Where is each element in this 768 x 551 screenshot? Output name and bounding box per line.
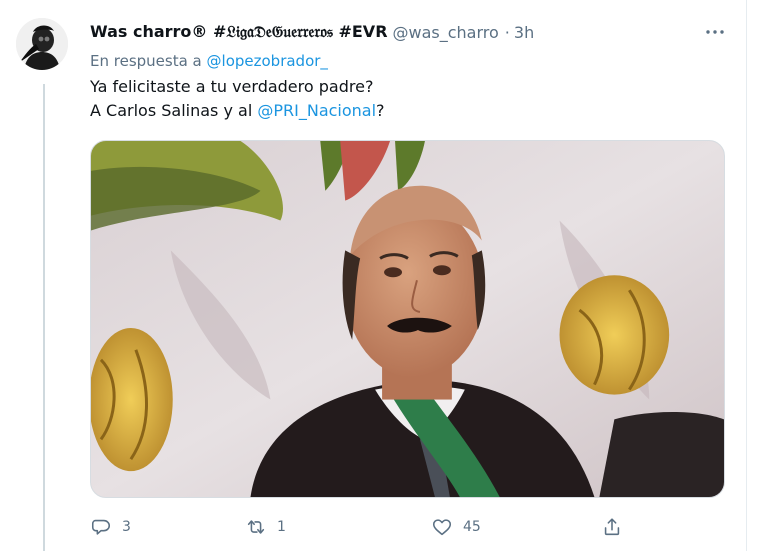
- reply-button[interactable]: 3: [90, 513, 131, 541]
- tweet-text-line-1: Ya felicitaste a tu verdadero padre?: [90, 77, 374, 96]
- reply-icon: [91, 519, 111, 535]
- share-icon: [604, 518, 620, 536]
- author-name[interactable]: Was charro® #𝔏𝔦𝔤𝔞𝔇𝔢𝔊𝔲𝔢𝔯𝔯𝔢𝔯𝔬𝔰 #EVR: [90, 22, 388, 42]
- reply-count: 3: [122, 519, 131, 535]
- pri-mention[interactable]: @PRI_Nacional: [257, 101, 376, 120]
- tweet-text-line-2-end: ?: [376, 101, 385, 120]
- tweet-header: Was charro® #𝔏𝔦𝔤𝔞𝔇𝔢𝔊𝔲𝔢𝔯𝔯𝔢𝔯𝔬𝔰 #EVR @was_c…: [90, 19, 534, 45]
- header-separator: ·: [504, 22, 510, 42]
- tweet-text: Ya felicitaste a tu verdadero padre? A C…: [90, 75, 385, 123]
- avatar[interactable]: [16, 18, 68, 70]
- reply-to-mention[interactable]: @lopezobrador_: [207, 52, 328, 70]
- author-handle[interactable]: @was_charro: [393, 23, 499, 42]
- like-count: 45: [463, 519, 481, 535]
- heart-icon: [432, 519, 452, 536]
- reply-prefix: En respuesta a: [90, 52, 202, 70]
- retweet-count: 1: [277, 519, 286, 535]
- more-icon: [706, 30, 724, 34]
- retweet-button[interactable]: 1: [245, 513, 286, 541]
- reply-context: En respuesta a @lopezobrador_: [90, 52, 328, 70]
- avatar-plague-doctor-icon: [16, 18, 68, 70]
- tweet-text-line-2: A Carlos Salinas y al @PRI_Nacional?: [90, 99, 385, 123]
- thread-line: [43, 84, 45, 551]
- tweet-text-line-2-start: A Carlos Salinas y al: [90, 101, 258, 120]
- like-button[interactable]: 45: [431, 513, 481, 541]
- photo-illustration: [91, 141, 724, 497]
- more-button[interactable]: [703, 20, 727, 44]
- tweet-photo[interactable]: [90, 140, 725, 498]
- timeline-divider: [746, 0, 747, 551]
- tweet-actions: 3 1 45: [90, 513, 650, 541]
- retweet-icon: [247, 520, 265, 534]
- share-button[interactable]: [601, 513, 633, 541]
- tweet-page: Was charro® #𝔏𝔦𝔤𝔞𝔇𝔢𝔊𝔲𝔢𝔯𝔯𝔢𝔯𝔬𝔰 #EVR @was_c…: [0, 0, 768, 551]
- tweet-time[interactable]: 3h: [514, 23, 534, 42]
